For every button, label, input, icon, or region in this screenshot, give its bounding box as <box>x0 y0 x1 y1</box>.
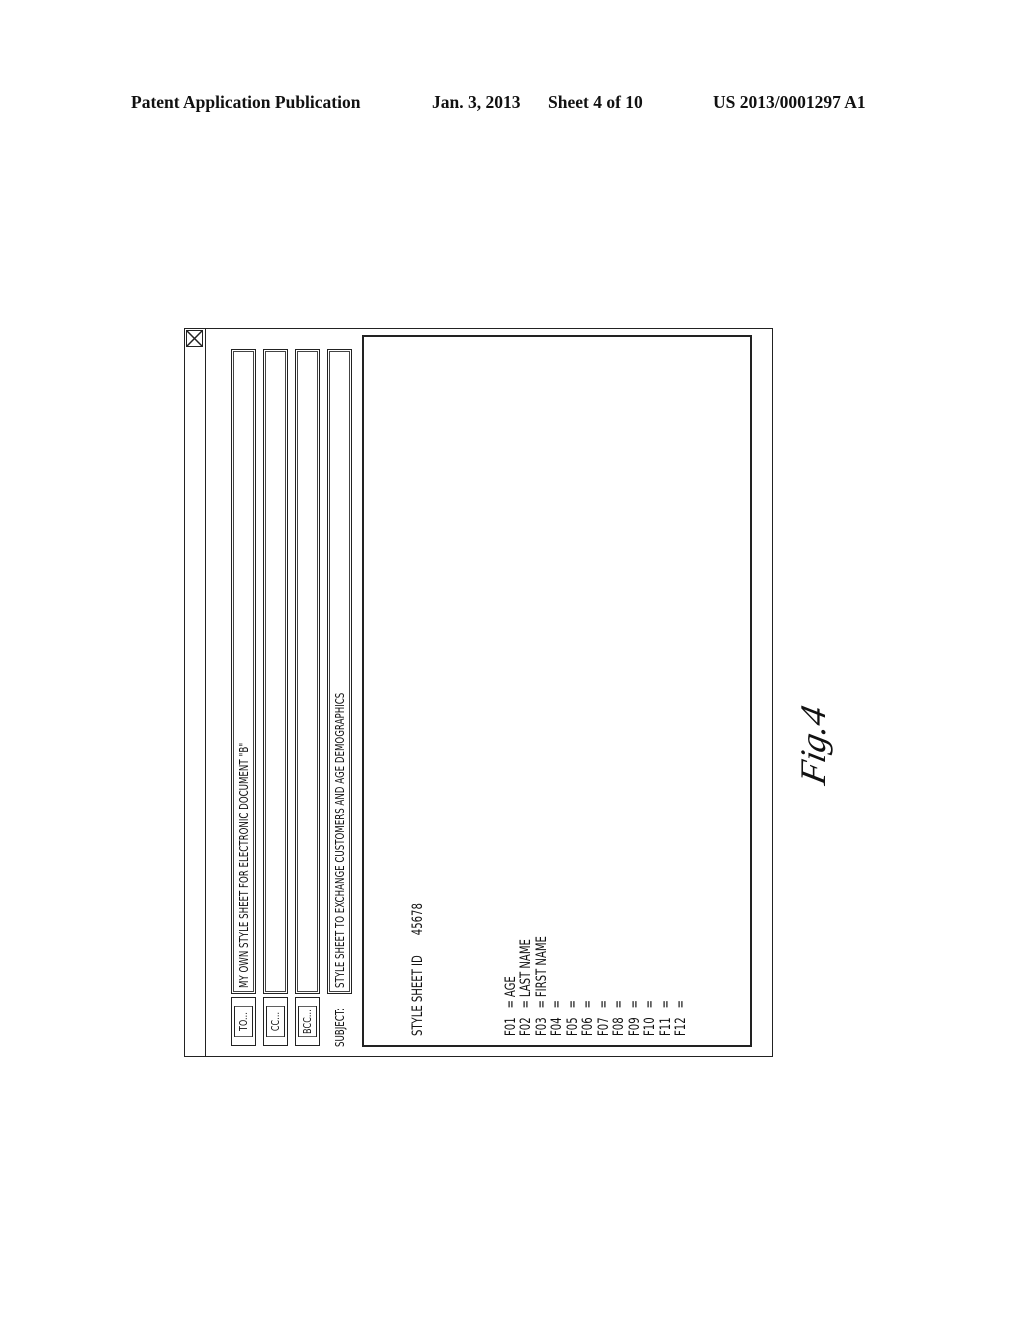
figure-label: Fig.4 <box>783 695 843 795</box>
sheet-number: Sheet 4 of 10 <box>548 92 643 112</box>
field-equals: = <box>549 1000 565 1009</box>
figure-label-text: Fig.4 <box>793 702 833 788</box>
field-mapping-row: F04 = <box>549 903 566 1036</box>
field-equals: = <box>595 1000 612 1009</box>
field-equals: = <box>564 1000 581 1009</box>
field-code: F01 <box>502 1017 519 1036</box>
field-code: F05 <box>564 1017 581 1036</box>
message-body[interactable]: STYLE SHEET ID 45678 F01 = AGE F02 = LAST NAM… <box>362 335 752 1047</box>
field-equals: = <box>657 1000 674 1009</box>
field-code: F10 <box>642 1017 658 1036</box>
field-mapping-row: F12 = <box>673 903 690 1036</box>
cc-button-label: CC... <box>266 1006 285 1037</box>
field-mapping-list: F01 = AGE F02 = LAST NAME F03 = FIRST NAME F04 = F0… <box>502 903 690 1036</box>
field-mapping-row: F02 = LAST NAME <box>518 903 535 1036</box>
field-equals: = <box>673 1000 689 1009</box>
field-mapping-row: F01 = AGE <box>502 903 520 1036</box>
cc-field[interactable] <box>263 349 288 994</box>
field-equals: = <box>502 1000 519 1009</box>
close-button[interactable] <box>186 330 203 347</box>
style-sheet-content: STYLE SHEET ID 45678 F01 = AGE F02 = LAST NAM… <box>380 903 721 1036</box>
to-field[interactable]: MY OWN STYLE SHEET FOR ELECTRONIC DOCUME… <box>231 349 256 994</box>
cc-button[interactable]: CC... <box>263 997 288 1046</box>
field-mapping-row: F07 = <box>595 903 613 1036</box>
figure-area: TO... MY OWN STYLE SHEET FOR ELECTRONIC … <box>184 328 773 1057</box>
style-sheet-id-label: STYLE SHEET ID <box>410 955 426 1036</box>
to-field-value: MY OWN STYLE SHEET FOR ELECTRONIC DOCUME… <box>237 742 251 988</box>
field-equals: = <box>626 1000 643 1009</box>
bcc-field[interactable] <box>295 349 320 994</box>
publication-title: Patent Application Publication <box>131 92 361 112</box>
field-code: F06 <box>580 1017 596 1036</box>
field-mapping-row: F09 = <box>626 903 644 1036</box>
field-mapping-row: F10 = <box>642 903 659 1036</box>
title-bar <box>185 329 206 1056</box>
field-value: LAST NAME <box>518 939 534 998</box>
field-code: F11 <box>657 1017 674 1036</box>
subject-field[interactable]: STYLE SHEET TO EXCHANGE CUSTOMERS AND AG… <box>327 349 352 994</box>
subject-label: SUBJECT: <box>332 1007 347 1047</box>
field-code: F09 <box>626 1017 643 1036</box>
field-code: F07 <box>595 1017 612 1036</box>
bcc-button-label: BCC... <box>298 1006 317 1037</box>
field-mapping-row: F11 = <box>657 903 675 1036</box>
field-code: F12 <box>673 1017 689 1036</box>
field-equals: = <box>611 1000 627 1009</box>
field-equals: = <box>533 1000 550 1009</box>
publication-number: US 2013/0001297 A1 <box>713 92 866 112</box>
style-sheet-id-line: STYLE SHEET ID 45678 <box>410 903 427 1036</box>
patent-header: Patent Application Publication Jan. 3, 2… <box>0 88 1024 118</box>
bcc-button[interactable]: BCC... <box>295 997 320 1046</box>
field-code: F03 <box>533 1017 550 1036</box>
to-button[interactable]: TO... <box>231 997 256 1046</box>
to-button-label: TO... <box>234 1006 253 1037</box>
field-equals: = <box>642 1000 658 1009</box>
close-box-icon <box>187 331 202 346</box>
field-code: F02 <box>518 1017 534 1036</box>
field-equals: = <box>518 1000 534 1009</box>
publication-date: Jan. 3, 2013 <box>432 92 521 112</box>
field-mapping-row: F08 = <box>611 903 628 1036</box>
field-equals: = <box>580 1000 596 1009</box>
field-mapping-row: F05 = <box>564 903 582 1036</box>
field-code: F04 <box>549 1017 565 1036</box>
field-mapping-row: F06 = <box>580 903 597 1036</box>
email-dialog-window: TO... MY OWN STYLE SHEET FOR ELECTRONIC … <box>184 328 773 1057</box>
field-value: AGE <box>502 976 519 998</box>
field-mapping-row: F03 = FIRST NAME <box>533 903 551 1036</box>
field-value: FIRST NAME <box>533 936 550 998</box>
field-code: F08 <box>611 1017 627 1036</box>
subject-field-value: STYLE SHEET TO EXCHANGE CUSTOMERS AND AG… <box>333 692 347 988</box>
style-sheet-id-value: 45678 <box>410 903 426 936</box>
